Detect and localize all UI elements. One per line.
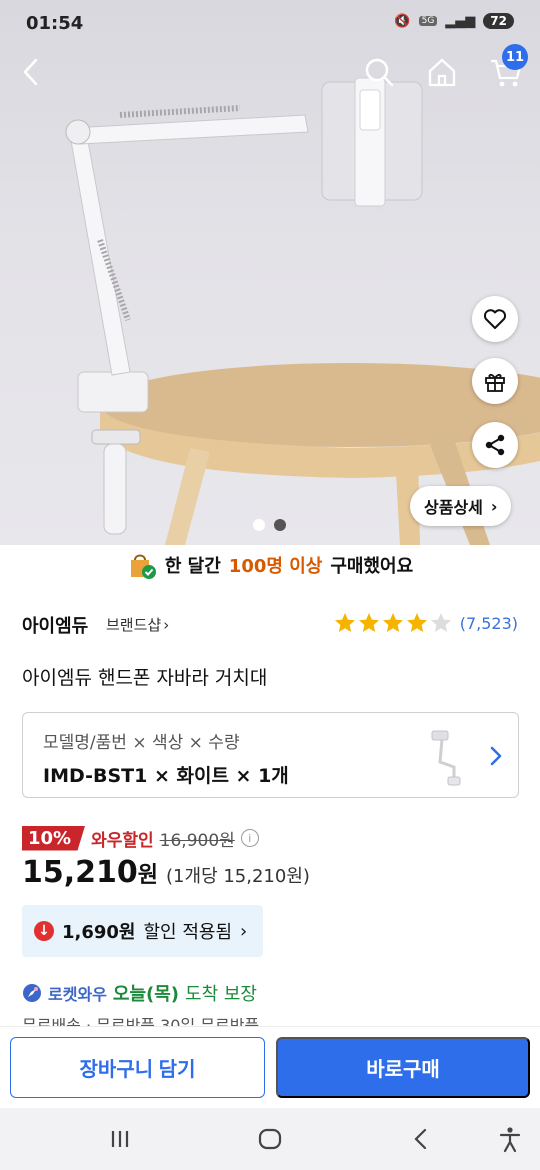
battery-indicator: 72 (483, 13, 514, 29)
arrival-guarantee: 도착 보장 (185, 984, 257, 1005)
gift-icon (485, 373, 505, 392)
top-navigation: 11 (0, 44, 540, 94)
chevron-right-icon (490, 746, 502, 766)
wishlist-button[interactable] (472, 296, 518, 342)
purchase-banner-prefix: 한 달간 (164, 556, 221, 577)
system-back-icon[interactable] (406, 1124, 436, 1154)
delivery-row: 로켓와우 오늘(목) 도착 보장 (22, 980, 257, 1006)
star-rating-icon (334, 613, 451, 632)
option-label: 모델명/품번 × 색상 × 수량 (43, 733, 240, 753)
mute-icon: 🔇 (394, 13, 411, 29)
gift-button[interactable] (472, 358, 518, 404)
discount-badge: 10% (22, 825, 86, 851)
cart-count-badge: 11 (502, 44, 528, 70)
chevron-right-icon: › (163, 615, 170, 634)
share-icon (485, 434, 505, 456)
heart-icon (483, 309, 507, 329)
carousel-dot-active[interactable] (274, 519, 286, 531)
purchase-banner-suffix: 구매했어요 (330, 556, 414, 577)
accessibility-icon[interactable] (495, 1124, 525, 1154)
option-value: IMD-BST1 × 화이트 × 1개 (43, 765, 289, 787)
product-detail-label: 상품상세 (424, 498, 483, 517)
rating[interactable]: (7,523) (334, 612, 518, 634)
price-currency: 원 (137, 863, 159, 888)
arrival-day: 오늘(목) (112, 984, 180, 1005)
chevron-right-icon: › (490, 496, 498, 516)
buy-now-button[interactable]: 바로구매 (276, 1037, 530, 1098)
add-to-cart-button[interactable]: 장바구니 담기 (10, 1037, 265, 1098)
signal-icon: ▂▄▆ (445, 13, 476, 29)
carousel-indicator (253, 519, 286, 531)
status-icons: 🔇 5G ▂▄▆ 72 (394, 13, 514, 29)
product-detail-screen: 01:54 🔇 5G ▂▄▆ 72 11 상품상세 › 한 달간 100명 이상… (0, 0, 540, 1170)
brand-rating-row: 아이엠듀 브랜드샵 › (7,523) (22, 610, 518, 640)
product-detail-button[interactable]: 상품상세 › (410, 486, 512, 526)
chevron-right-icon: › (240, 920, 248, 942)
final-price: 15,210 (22, 855, 138, 890)
carousel-dot[interactable] (253, 519, 265, 531)
rocket-wow-label: 로켓와우 (48, 985, 107, 1004)
brand-shop-label: 브랜드샵 (106, 616, 162, 634)
option-selector[interactable]: 모델명/품번 × 색상 × 수량 IMD-BST1 × 화이트 × 1개 (22, 712, 519, 798)
rocket-wow-icon (23, 984, 41, 1002)
product-image-carousel[interactable]: 01:54 🔇 5G ▂▄▆ 72 11 상품상세 › (0, 0, 540, 545)
final-price-group: 15,210원 (22, 855, 158, 890)
arrow-down-icon: ↓ (34, 921, 54, 941)
info-icon[interactable]: i (240, 829, 259, 847)
product-title: 아이엠듀 핸드폰 자바라 거치대 (22, 667, 268, 689)
discount-applied-label: 할인 적용됨 (143, 922, 233, 943)
search-icon[interactable] (362, 54, 396, 90)
share-button[interactable] (472, 422, 518, 468)
review-count[interactable]: (7,523) (460, 614, 518, 633)
network-badge: 5G (418, 16, 438, 26)
wow-sale-label: 와우할인 (91, 830, 154, 851)
discount-row: 10% 와우할인 16,900원 i (22, 823, 259, 853)
back-arrow-icon[interactable] (16, 54, 48, 90)
status-time: 01:54 (26, 13, 84, 34)
purchase-count-banner: 한 달간 100명 이상 구매했어요 (0, 545, 540, 585)
brand-shop-link[interactable]: 브랜드샵 › (106, 614, 169, 635)
product-photo (65, 77, 540, 545)
shopping-bag-check-icon (130, 554, 156, 579)
system-navigation-bar (0, 1108, 540, 1170)
discount-amount: 1,690원 (62, 922, 136, 943)
price-row: 15,210원 (1개당 15,210원) (22, 855, 310, 890)
recent-apps-icon[interactable] (105, 1124, 135, 1154)
status-bar: 01:54 🔇 5G ▂▄▆ 72 (0, 0, 540, 50)
brand-name[interactable]: 아이엠듀 (22, 612, 88, 638)
option-thumbnail (431, 730, 461, 786)
unit-price: (1개당 15,210원) (166, 866, 310, 887)
purchase-banner-highlight: 100명 이상 (228, 556, 323, 577)
original-price: 16,900원 (159, 830, 235, 851)
home-button-icon[interactable] (255, 1124, 285, 1154)
home-icon[interactable] (424, 54, 460, 90)
bottom-action-bar: 장바구니 담기 바로구매 (0, 1026, 540, 1108)
cart-button[interactable]: 11 (488, 44, 528, 90)
discount-applied-box[interactable]: ↓ 1,690원 할인 적용됨 › (22, 905, 264, 957)
